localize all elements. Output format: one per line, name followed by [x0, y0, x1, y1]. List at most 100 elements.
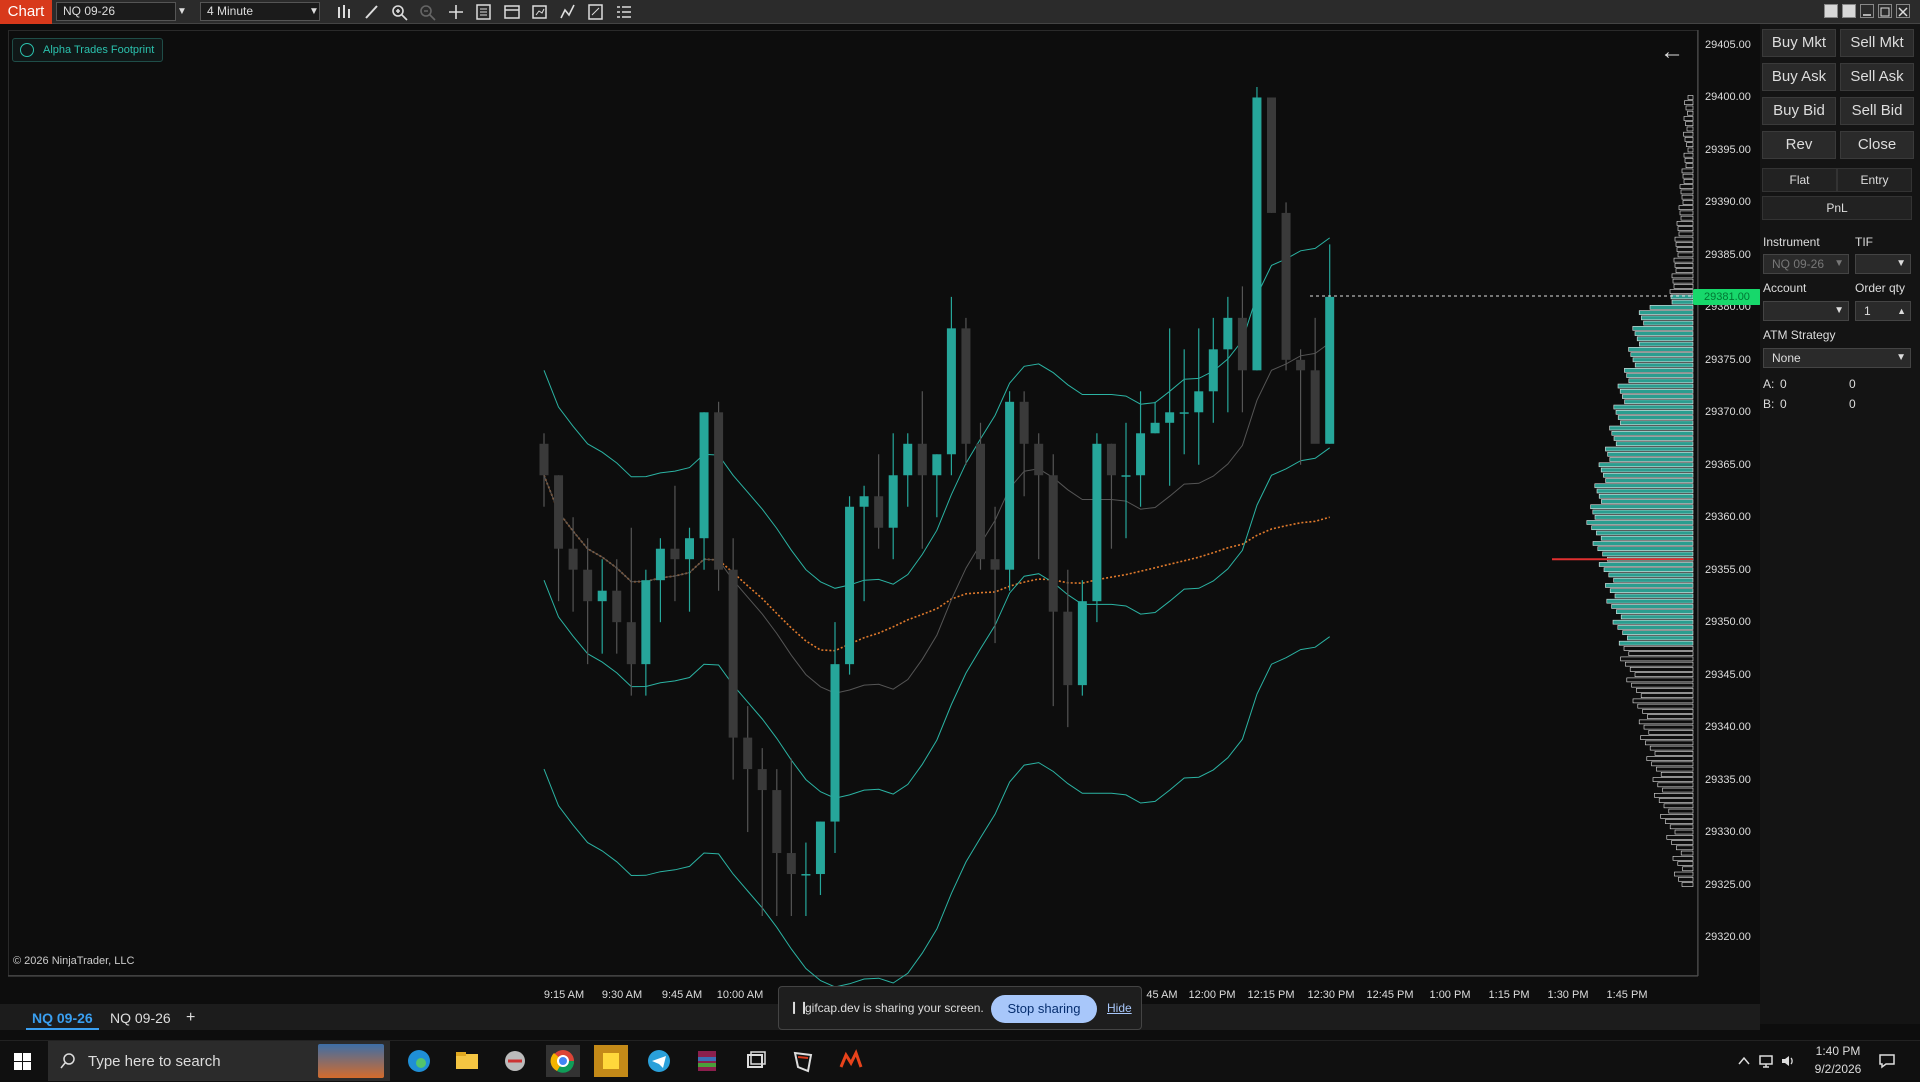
account-label: Account: [1763, 281, 1807, 295]
chart-tab[interactable]: Chart: [0, 0, 52, 24]
price-axis-label: 29325.00: [1705, 878, 1751, 891]
ninjatrader-icon[interactable]: [834, 1045, 868, 1077]
chart-trader-icon[interactable]: [530, 3, 550, 21]
stop-sharing-button[interactable]: Stop sharing: [991, 995, 1097, 1023]
network-icon[interactable]: [1758, 1053, 1774, 1069]
time-axis-label: 12:15 PM: [1247, 989, 1295, 1001]
a-label: A:: [1763, 377, 1775, 391]
sticky-notes-icon[interactable]: [594, 1045, 628, 1077]
taskbar-date[interactable]: 9/2/2026: [1808, 1062, 1868, 1076]
entry-status: Entry: [1837, 168, 1912, 192]
tile-window-2-icon[interactable]: [1842, 4, 1856, 18]
price-axis-label: 29400.00: [1705, 91, 1751, 104]
edge-icon[interactable]: [402, 1045, 436, 1077]
winrar-icon[interactable]: [690, 1045, 724, 1077]
account-select[interactable]: ▼: [1763, 301, 1849, 321]
price-axis-label: 29345.00: [1705, 668, 1751, 681]
file-explorer-icon[interactable]: [450, 1045, 484, 1077]
buy-market-button[interactable]: Buy Mkt: [1762, 29, 1836, 57]
chevron-down-icon: ▼: [1834, 305, 1844, 316]
sell-ask-button[interactable]: Sell Ask: [1840, 63, 1914, 91]
price-axis-label: 29405.00: [1705, 39, 1751, 51]
time-axis-partial-label: 45 AM: [1146, 989, 1178, 1001]
data-box-icon[interactable]: [474, 3, 494, 21]
chevron-down-icon: ▼: [1834, 258, 1844, 269]
atm-strategy-select[interactable]: None ▼: [1763, 348, 1911, 368]
price-axis-label: 29375.00: [1705, 353, 1751, 366]
time-axis-label: 9:15 AM: [543, 989, 585, 1001]
task-view-icon[interactable]: [738, 1045, 772, 1077]
price-axis-label: 29360.00: [1705, 511, 1751, 524]
telegram-icon[interactable]: [642, 1045, 676, 1077]
time-axis-label: 1:30 PM: [1547, 989, 1589, 1001]
add-tab-button[interactable]: +: [180, 1008, 201, 1028]
tif-select[interactable]: ▼: [1855, 254, 1911, 274]
crosshair-icon[interactable]: [446, 3, 466, 21]
sell-bid-button[interactable]: Sell Bid: [1840, 97, 1914, 125]
volume-icon[interactable]: [1780, 1053, 1796, 1069]
indicator-label[interactable]: Alpha Trades Footprint: [12, 38, 164, 62]
sell-market-button[interactable]: Sell Mkt: [1840, 29, 1914, 57]
qty-stepper-icon[interactable]: ▲: [1897, 302, 1906, 320]
time-axis-label: 12:00 PM: [1188, 989, 1236, 1001]
bar-type-icon[interactable]: [335, 3, 355, 21]
share-message: gifcap.dev is sharing your screen.: [805, 1001, 984, 1015]
app-icon-1[interactable]: [498, 1045, 532, 1077]
indicator-name: Alpha Trades Footprint: [43, 44, 155, 56]
a-value-1: 0: [1780, 377, 1787, 391]
buy-bid-button[interactable]: Buy Bid: [1762, 97, 1836, 125]
time-axis-label: 12:30 PM: [1307, 989, 1355, 1001]
notifications-icon[interactable]: [1878, 1052, 1896, 1070]
chevron-down-icon: ▼: [1896, 352, 1906, 363]
order-qty-input[interactable]: 1 ▲: [1855, 301, 1911, 321]
time-axis-label: 12:45 PM: [1366, 989, 1414, 1001]
time-axis-label: 1:15 PM: [1488, 989, 1530, 1001]
instrument-selector[interactable]: NQ 09-26: [56, 2, 176, 21]
chart-panel[interactable]: [8, 30, 1698, 976]
restore-icon[interactable]: [1878, 4, 1892, 18]
taskbar-search-box[interactable]: Type here to search: [48, 1041, 390, 1081]
taskbar-time[interactable]: 1:40 PM: [1808, 1044, 1868, 1058]
b-label: B:: [1763, 397, 1775, 411]
chrome-icon[interactable]: [546, 1045, 580, 1077]
chart-tab-2[interactable]: NQ 09-26: [104, 1008, 177, 1028]
app-icon-2[interactable]: [786, 1045, 820, 1077]
search-icon: [60, 1053, 75, 1069]
windows-start-icon[interactable]: [14, 1053, 31, 1070]
interval-selector[interactable]: 4 Minute: [200, 2, 320, 21]
price-axis-label: 29355.00: [1705, 563, 1751, 576]
reverse-button[interactable]: Rev: [1762, 131, 1836, 159]
chart-tab-1[interactable]: NQ 09-26: [26, 1008, 99, 1030]
zoom-in-icon[interactable]: [390, 3, 410, 21]
back-arrow-icon[interactable]: ←: [1660, 38, 1684, 66]
chevron-up-icon[interactable]: [1738, 1055, 1750, 1067]
price-axis-label: 29385.00: [1705, 248, 1751, 261]
time-axis-label: 9:30 AM: [601, 989, 643, 1001]
instrument-select[interactable]: NQ 09-26 ▼: [1763, 254, 1849, 274]
a-value-2: 0: [1849, 377, 1856, 391]
chevron-down-icon: ▼: [1896, 258, 1906, 269]
properties-icon[interactable]: [502, 3, 522, 21]
pnl-status: PnL: [1762, 196, 1912, 220]
buy-ask-button[interactable]: Buy Ask: [1762, 63, 1836, 91]
zoom-out-icon[interactable]: [418, 3, 438, 21]
interval-dropdown-icon[interactable]: ▼: [306, 2, 322, 21]
time-axis-label: 1:00 PM: [1429, 989, 1471, 1001]
close-position-button[interactable]: Close: [1840, 131, 1914, 159]
atm-strategy-value: None: [1772, 351, 1801, 365]
tile-window-icon[interactable]: [1824, 4, 1838, 18]
search-placeholder: Type here to search: [88, 1053, 221, 1070]
atm-strategy-label: ATM Strategy: [1763, 328, 1836, 342]
strategies-icon[interactable]: [586, 3, 606, 21]
price-axis-label: 29320.00: [1705, 931, 1751, 943]
draw-tool-icon[interactable]: [362, 3, 382, 21]
hide-link[interactable]: Hide: [1107, 1001, 1132, 1015]
close-window-icon[interactable]: [1896, 4, 1910, 18]
instrument-dropdown-icon[interactable]: ▼: [174, 2, 190, 21]
object-list-icon[interactable]: [614, 3, 634, 21]
tif-label: TIF: [1855, 235, 1873, 249]
time-axis-label: 1:45 PM: [1606, 989, 1648, 1001]
indicators-icon[interactable]: [558, 3, 578, 21]
price-axis-label: 29330.00: [1705, 826, 1751, 839]
minimize-icon[interactable]: [1860, 4, 1874, 18]
